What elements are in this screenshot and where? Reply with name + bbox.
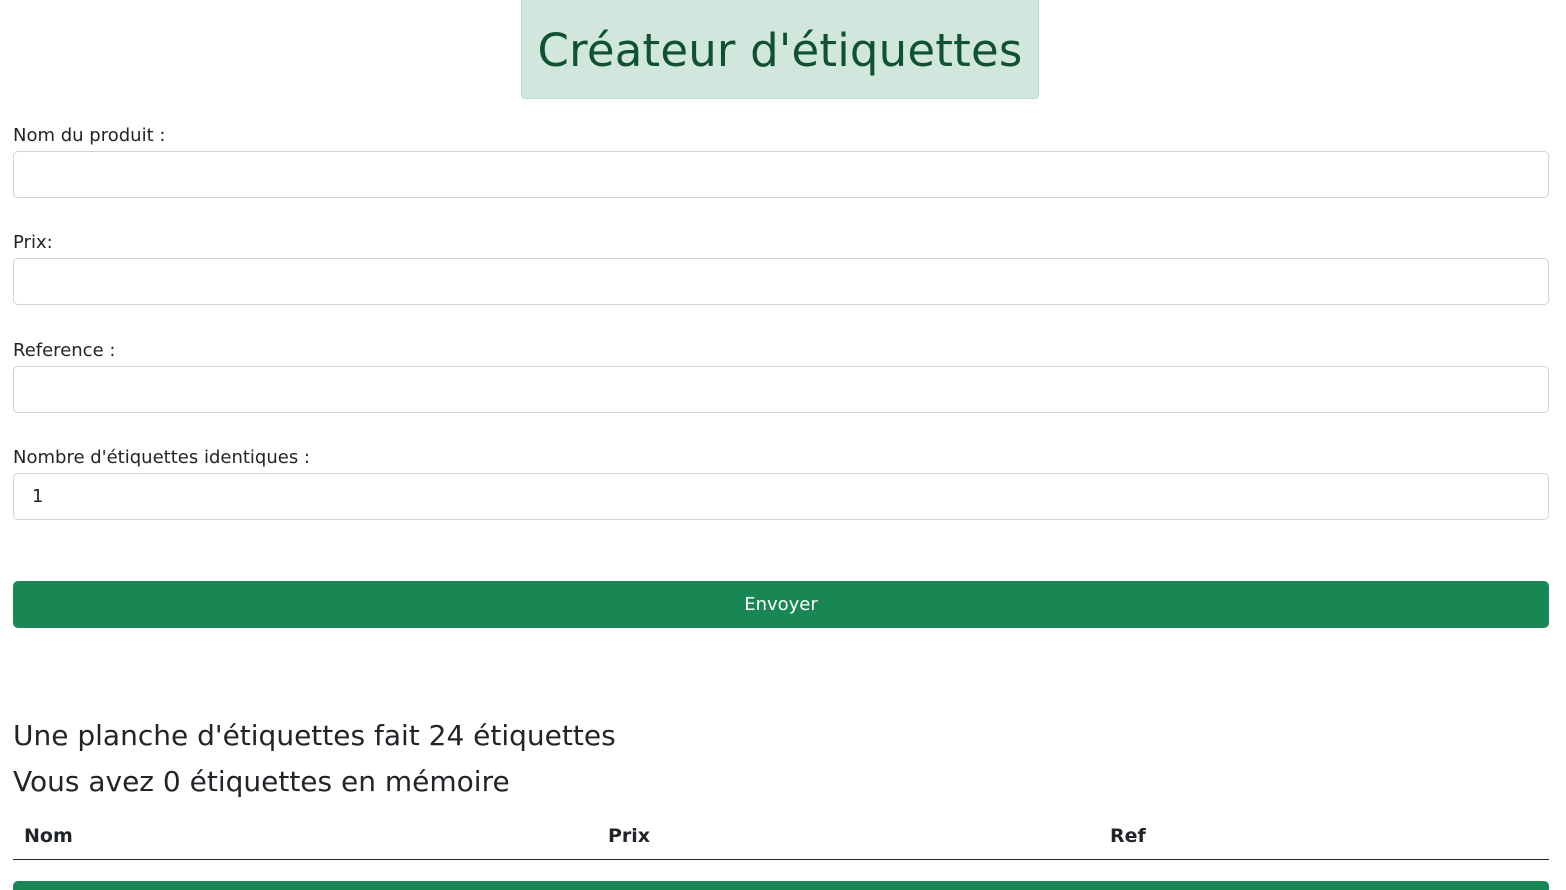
product-name-label: Nom du produit : [13,125,166,146]
reference-input[interactable] [13,366,1549,413]
price-input[interactable] [13,258,1549,305]
memory-info-text: Vous avez 0 étiquettes en mémoire [13,765,510,798]
price-label: Prix: [13,232,53,253]
page-title: Créateur d'étiquettes [537,24,1023,77]
column-header-nom: Nom [24,825,73,847]
reference-label: Reference : [13,340,116,361]
title-banner: Créateur d'étiquettes [521,0,1039,99]
product-name-input[interactable] [13,151,1549,198]
sheet-info-text: Une planche d'étiquettes fait 24 étiquet… [13,719,616,752]
column-header-prix: Prix [608,825,651,847]
quantity-label: Nombre d'étiquettes identiques : [13,447,310,468]
labels-table-header: Nom Prix Ref [13,815,1549,860]
bottom-action-button[interactable] [13,881,1549,890]
page: Créateur d'étiquettes Nom du produit : P… [0,0,1566,890]
quantity-input[interactable] [13,473,1549,520]
column-header-ref: Ref [1110,825,1146,847]
submit-button[interactable]: Envoyer [13,581,1549,628]
